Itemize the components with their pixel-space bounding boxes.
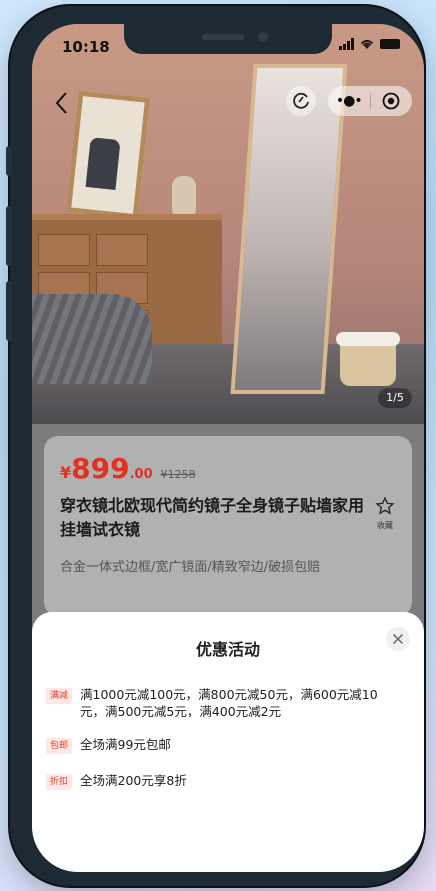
status-icons (339, 38, 400, 50)
original-price: ¥1258 (160, 468, 196, 481)
product-image[interactable] (32, 24, 424, 424)
refresh-button[interactable] (286, 86, 316, 116)
wifi-icon (360, 40, 374, 49)
promo-tag: 包邮 (46, 738, 73, 754)
star-icon (375, 496, 395, 515)
sheet-title: 优惠活动 (195, 640, 260, 659)
promotions-sheet: 优惠活动 满减 满1000元减100元，满800元减50元，满600元减10元，… (32, 612, 424, 872)
price-currency: ¥ (60, 463, 72, 482)
product-title: 穿衣镜北欧现代简约镜子全身镜子贴墙家用挂墙试衣镜 (60, 496, 365, 539)
price-integer: 899 (71, 452, 130, 485)
signal-icon (339, 38, 354, 50)
promo-item-shipping: 包邮 全场满99元包邮 (46, 736, 398, 754)
more-icon: •●• (335, 93, 363, 109)
promo-tag: 折扣 (46, 774, 73, 790)
status-time: 10:18 (62, 38, 110, 56)
favorite-button[interactable]: 收藏 (370, 496, 400, 531)
close-mini-program-icon (382, 92, 400, 110)
sheet-close-button[interactable] (386, 627, 410, 651)
favorite-label: 收藏 (377, 521, 393, 530)
back-button[interactable] (52, 88, 72, 118)
promo-item-discount: 满减 满1000元减100元，满800元减50元，满600元减10元，满500元… (46, 686, 398, 720)
basket (336, 332, 400, 386)
product-subtitle: 合金一体式边框/宽广镜面/精致窄边/破损包赔 (60, 560, 321, 575)
product-info-card: ¥ 899 .00 ¥1258 穿衣镜北欧现代简约镜子全身镜子贴墙家用挂墙试衣镜… (44, 436, 412, 616)
mute-switch (6, 146, 12, 176)
close-mini-program-button[interactable] (371, 92, 413, 110)
notch (124, 24, 332, 54)
promo-text: 满1000元减100元，满800元减50元，满600元减10元，满500元减5元… (80, 687, 378, 719)
promo-item-rebate: 折扣 全场满200元享8折 (46, 772, 398, 790)
back-icon (55, 92, 67, 114)
battery-icon (380, 39, 400, 49)
mini-program-capsule: •●• (328, 86, 412, 116)
price-block: ¥ 899 .00 ¥1258 (60, 452, 196, 485)
refresh-icon (293, 92, 309, 109)
volume-down-button (6, 281, 12, 341)
promo-text: 全场满99元包邮 (80, 737, 171, 752)
promo-text: 全场满200元享8折 (80, 773, 187, 788)
volume-up-button (6, 206, 12, 266)
phone-frame: 10:18 •●• 1/5 ¥ 899 .00 ¥1258 穿衣镜北欧现代简约镜… (6, 6, 424, 886)
close-icon (392, 633, 404, 645)
promo-tag: 满减 (46, 688, 73, 704)
status-bar: 10:18 (32, 24, 424, 68)
price-decimal: .00 (129, 467, 153, 482)
bed (32, 294, 152, 384)
image-counter: 1/5 (378, 388, 412, 408)
more-button[interactable]: •●• (328, 93, 370, 109)
wall-art (65, 90, 151, 220)
screen: 10:18 •●• 1/5 ¥ 899 .00 ¥1258 穿衣镜北欧现代简约镜… (32, 24, 424, 872)
vase (172, 176, 196, 216)
